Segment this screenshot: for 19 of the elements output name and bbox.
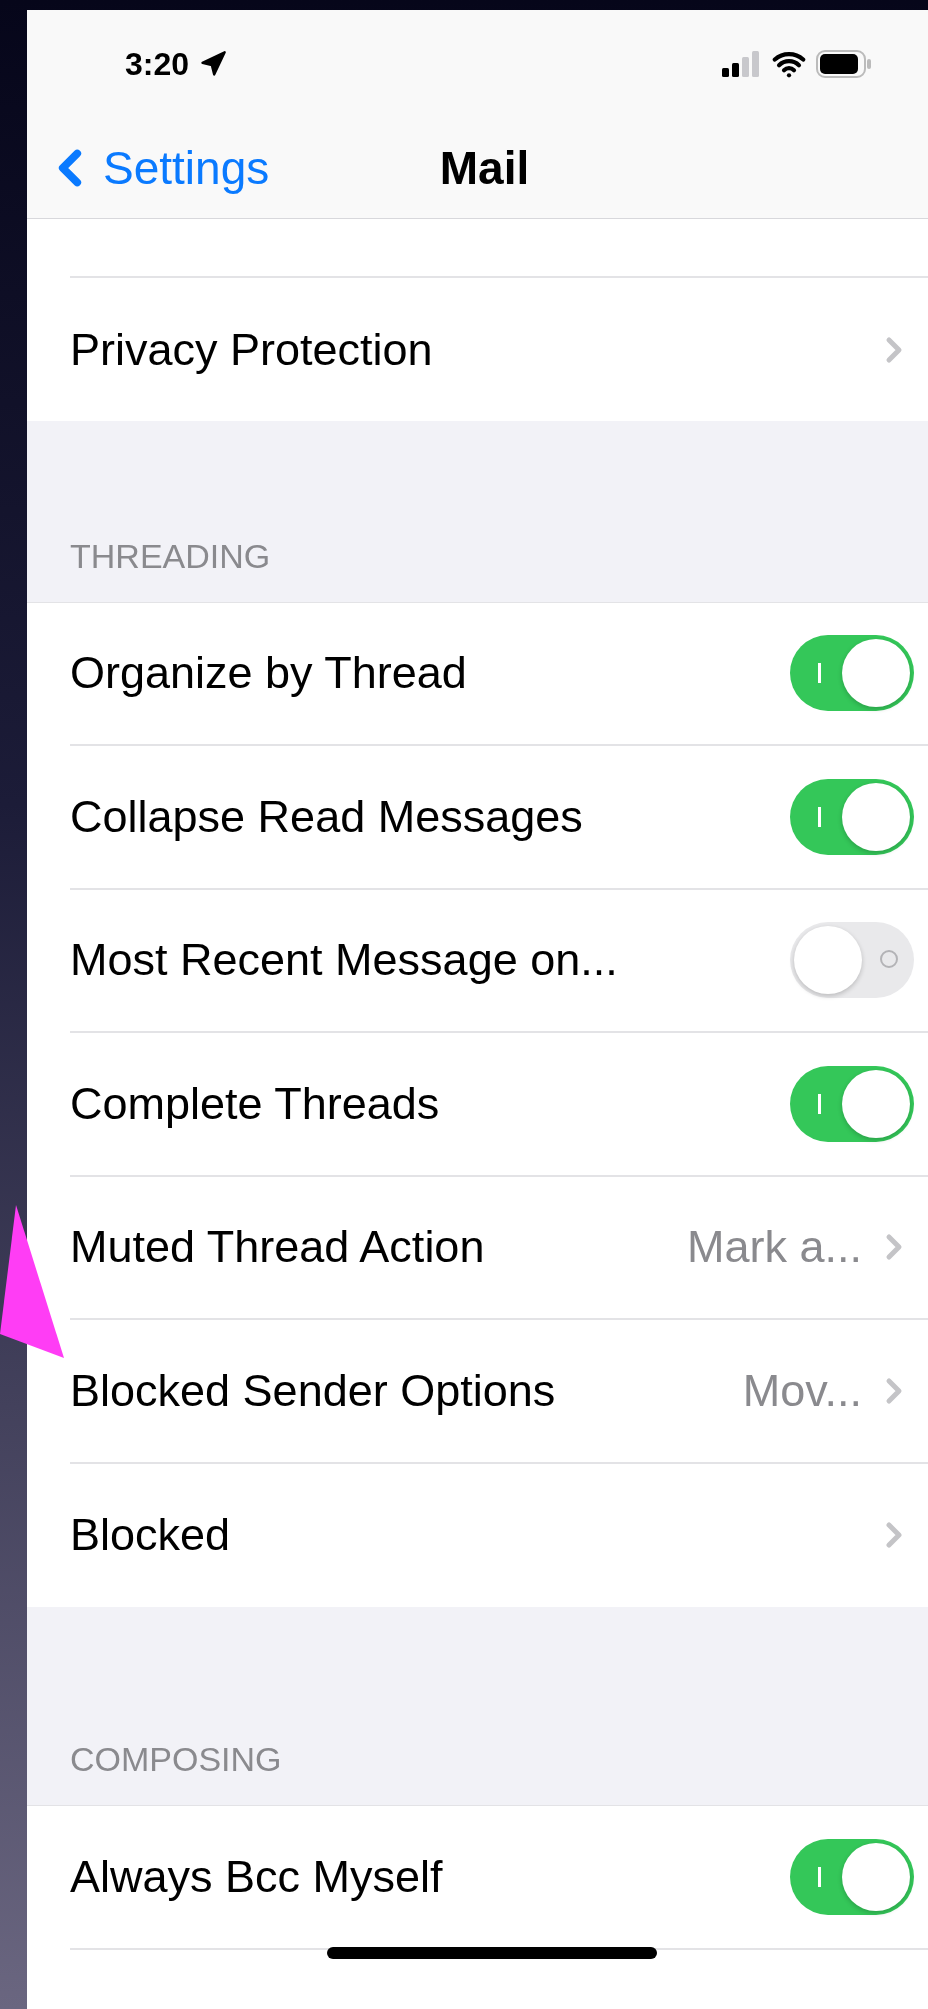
row-label: Blocked Sender Options bbox=[70, 1364, 557, 1417]
setting-value: Mov... bbox=[742, 1364, 862, 1417]
row-label: Muted Thread Action bbox=[70, 1221, 486, 1274]
row-label: Blocked bbox=[70, 1509, 232, 1562]
row-label: Organize by Thread bbox=[70, 647, 468, 700]
battery-icon bbox=[816, 50, 872, 79]
row-label: Privacy Protection bbox=[70, 323, 434, 376]
back-button[interactable]: Settings bbox=[41, 139, 270, 198]
section-header: COMPOSING bbox=[70, 1740, 282, 1780]
row-label: Collapse Read Messages bbox=[70, 790, 584, 843]
setting-value: Mark a... bbox=[686, 1221, 862, 1274]
location-icon bbox=[199, 50, 228, 79]
row-label: Complete Threads bbox=[70, 1077, 441, 1130]
nav-title: Mail bbox=[439, 141, 530, 196]
section-header: THREADING bbox=[70, 536, 271, 576]
signal-icon bbox=[722, 51, 762, 78]
row-label: Most Recent Message on... bbox=[70, 934, 619, 987]
status-time: 3:20 bbox=[125, 45, 190, 83]
row-label: Always Bcc Myself bbox=[70, 1850, 444, 1903]
